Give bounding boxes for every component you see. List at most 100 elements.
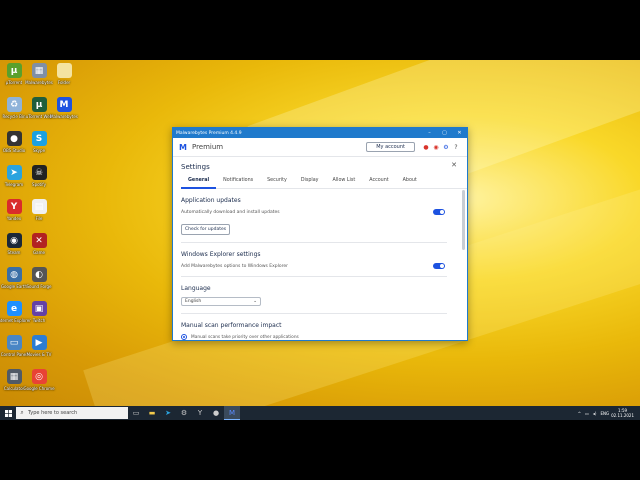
tab-general[interactable]: General: [181, 177, 217, 189]
settings-content: Application updates Automatically downlo…: [173, 197, 467, 340]
desktop-icon-label: Malwarebytes: [50, 114, 78, 119]
gear-icon[interactable]: ⚙: [441, 144, 451, 151]
windows-icon: [4, 409, 12, 417]
app-icon: e: [6, 301, 22, 316]
taskbar-search[interactable]: ⌕ Type here to search: [16, 407, 128, 419]
desktop-icon[interactable]: ◍ Google Earth: [1, 267, 27, 289]
divider: [181, 242, 447, 243]
yandex-icon[interactable]: Y: [192, 406, 208, 420]
auto-update-toggle[interactable]: [433, 209, 445, 215]
desktop-icon-label: Google Earth: [0, 284, 28, 289]
desktop-icon[interactable]: ▭ Control Panel: [1, 335, 27, 357]
malwarebytes-taskbar-icon[interactable]: M: [224, 406, 240, 420]
desktop-icon-label: Recycle Bin: [2, 114, 26, 119]
desktop-icon-label: Malwarebytes: [25, 80, 53, 85]
desktop-icon-label: Control Panel: [0, 352, 28, 357]
desktop-icon-label: File: [35, 216, 43, 221]
desktop-icon[interactable]: ● OBS Studio: [1, 131, 27, 153]
divider: [181, 313, 447, 314]
tab-notifications[interactable]: Notifications: [216, 177, 260, 187]
malwarebytes-logo: M: [179, 142, 187, 152]
task-view-icon[interactable]: ▭: [128, 406, 144, 420]
desktop-icon[interactable]: Folder: [51, 63, 77, 85]
desktop-icon[interactable]: µ µTorrent: [1, 63, 27, 85]
app-icon: µ: [6, 63, 22, 78]
desktop-icon[interactable]: ▣ Twitch: [26, 301, 52, 323]
explorer-toggle[interactable]: [433, 263, 445, 269]
obs-icon[interactable]: ●: [208, 406, 224, 420]
scan-impact-title: Manual scan performance impact: [181, 322, 282, 329]
scan-priority-option[interactable]: Manual scans take priority over other ap…: [181, 334, 459, 340]
desktop-icon-label: Yandex: [6, 216, 22, 221]
app-icon: ➤: [6, 165, 22, 180]
desktop-icon[interactable]: ✕ Game: [26, 233, 52, 255]
alert-icon[interactable]: ◉: [431, 144, 441, 151]
file-explorer-icon[interactable]: ▬: [144, 406, 160, 420]
scrollbar[interactable]: [462, 190, 465, 250]
desktop-icon-label: Calculator: [3, 386, 25, 391]
malwarebytes-window: Malwarebytes Premium 4.4.9 – ▢ ✕ M Premi…: [172, 127, 468, 341]
desktop-icon[interactable]: ☠ Spotify: [26, 165, 52, 187]
minimize-icon[interactable]: –: [422, 130, 437, 136]
window-title: Malwarebytes Premium 4.4.9: [176, 130, 242, 136]
language-indicator[interactable]: ENG: [600, 411, 609, 416]
language-value: English: [185, 299, 202, 304]
my-account-button[interactable]: My account: [366, 142, 415, 152]
taskbar: ⌕ Type here to search ▭ ▬ ➤ ⚙ Y ● M ^ ▭ …: [0, 406, 640, 420]
app-icon: ●: [6, 131, 22, 146]
desktop-icon-label: Twitch: [32, 318, 46, 323]
desktop-icon[interactable]: µ uTorrent Web: [26, 97, 52, 119]
close-window-icon[interactable]: ✕: [452, 130, 467, 136]
clock[interactable]: 1:59 02.11.2021: [611, 408, 634, 418]
desktop-icon[interactable]: ▤ File: [26, 199, 52, 221]
explorer-settings-title: Windows Explorer settings: [181, 251, 261, 258]
check-updates-button[interactable]: Check for updates: [181, 224, 231, 235]
desktop-icon-label: Telegram: [4, 182, 24, 187]
start-button[interactable]: [0, 406, 16, 420]
desktop-icon[interactable]: e Internet Explorer: [0, 301, 31, 323]
language-select[interactable]: English ⌄: [181, 297, 261, 306]
tab-allow-list[interactable]: Allow List: [326, 177, 363, 187]
maximize-icon[interactable]: ▢: [437, 130, 452, 136]
radio-selected-icon[interactable]: [181, 334, 187, 340]
desktop-icon[interactable]: ▶ Movies & TV: [26, 335, 52, 357]
desktop-icon-label: Steam: [7, 250, 21, 255]
app-icon: ◍: [6, 267, 22, 282]
tab-about[interactable]: About: [396, 177, 424, 187]
desktop-icon-label: uTorrent Web: [25, 114, 53, 119]
chevron-up-icon[interactable]: ^: [578, 411, 581, 416]
desktop-icon[interactable]: ◐ Sound Forge: [26, 267, 52, 289]
help-icon[interactable]: ?: [451, 144, 461, 151]
desktop-icon-label: Game: [33, 250, 45, 255]
app-icon: ◉: [6, 233, 22, 248]
desktop-icon[interactable]: ▦ Malwarebytes: [25, 63, 53, 85]
desktop-icon[interactable]: M Malwarebytes: [50, 97, 78, 119]
volume-icon[interactable]: ◂): [593, 411, 597, 416]
tab-display[interactable]: Display: [294, 177, 326, 187]
settings-icon[interactable]: ⚙: [176, 406, 192, 420]
app-icon: ♻: [6, 97, 22, 112]
search-placeholder: Type here to search: [28, 410, 78, 416]
desktop-icon[interactable]: ◎ Google Chrome: [23, 369, 55, 391]
app-icon: ▦: [31, 63, 47, 78]
network-icon[interactable]: ▭: [585, 411, 589, 416]
search-icon: ⌕: [20, 409, 24, 416]
app-icon: ◎: [31, 369, 47, 384]
app-icon: ▤: [31, 199, 47, 214]
tab-security[interactable]: Security: [260, 177, 294, 187]
tab-account[interactable]: Account: [362, 177, 395, 187]
edition-label: Premium: [191, 143, 224, 151]
app-icon: ☠: [31, 165, 47, 180]
language-title: Language: [181, 285, 211, 292]
close-settings-icon[interactable]: ✕: [451, 161, 457, 169]
app-icon: ▦: [6, 369, 22, 384]
desktop-icon[interactable]: S Skype: [26, 131, 52, 153]
desktop-icon[interactable]: ◉ Steam: [1, 233, 27, 255]
desktop-icon[interactable]: ♻ Recycle Bin: [1, 97, 27, 119]
telegram-icon[interactable]: ➤: [160, 406, 176, 420]
desktop-icon-label: Google Chrome: [23, 386, 55, 391]
notification-bell-icon[interactable]: ●: [421, 144, 431, 151]
desktop-icon[interactable]: ➤ Telegram: [1, 165, 27, 187]
desktop-icon[interactable]: Y Yandex: [1, 199, 27, 221]
settings-tabs: General Notifications Security Display Allow…: [181, 177, 467, 189]
